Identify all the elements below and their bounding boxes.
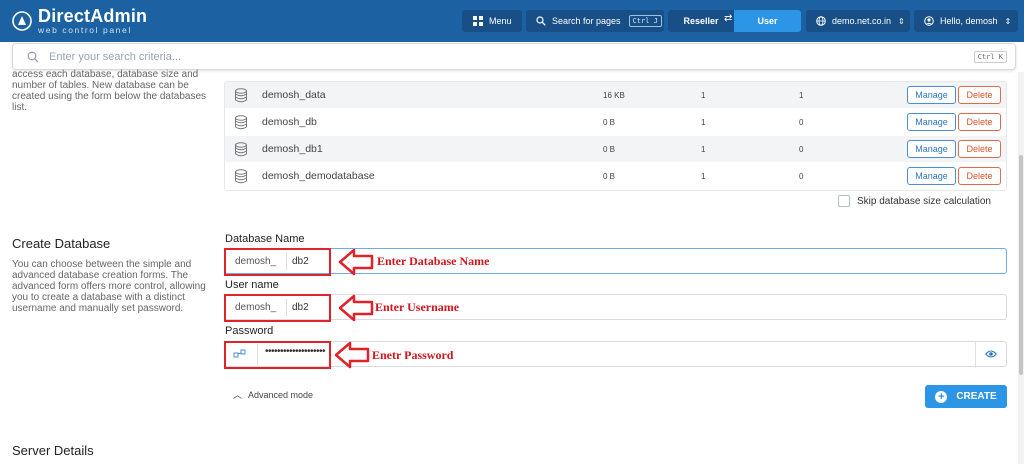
search-pages-shortcut: Ctrl J	[628, 15, 662, 27]
password-label: Password	[225, 325, 274, 337]
manage-button[interactable]: Manage	[907, 113, 956, 131]
user-icon	[924, 16, 934, 26]
database-size: 16 KB	[603, 90, 625, 100]
annotation-arrow-icon	[338, 248, 374, 276]
chevron-up-icon: ︿	[233, 390, 243, 400]
role-reseller-label: Reseller	[683, 16, 719, 26]
database-tables: 1	[799, 90, 804, 100]
domain-selector[interactable]: demo.net.co.in ⇕	[806, 10, 910, 32]
database-size: 0 B	[603, 171, 616, 181]
skip-size-label: Skip database size calculation	[857, 195, 991, 207]
server-details-title: Server Details	[12, 443, 94, 458]
swap-icon: ⇄	[724, 13, 733, 24]
brand-title: DirectAdmin	[38, 6, 148, 26]
database-name[interactable]: demosh_demodatabase	[262, 170, 375, 182]
database-name[interactable]: demosh_db	[262, 116, 317, 128]
annotation-password: Enetr Password	[372, 348, 454, 362]
search-icon	[27, 51, 39, 62]
username-label: User name	[225, 279, 279, 291]
annotation-highlight-box	[224, 294, 331, 322]
search-pages-label: Search for pages	[552, 16, 621, 26]
annotation-username: Enter Username	[375, 300, 460, 314]
annotation-highlight-box	[224, 248, 331, 276]
database-users: 1	[701, 171, 706, 181]
create-button[interactable]: + CREATE	[925, 385, 1007, 408]
greeting-label: Hello, demosh	[940, 16, 998, 26]
database-icon	[235, 142, 247, 157]
annotation-arrow-icon	[334, 341, 370, 369]
database-name[interactable]: demosh_db1	[262, 143, 323, 155]
field-divider	[975, 342, 976, 368]
skip-size-calculation[interactable]: Skip database size calculation	[838, 195, 991, 207]
menu-button[interactable]: Menu	[462, 10, 522, 32]
table-row: demosh_data 16 KB 1 1 Manage Delete	[225, 82, 1006, 109]
brand-subtitle: web control panel	[38, 25, 132, 35]
skip-size-checkbox[interactable]	[838, 195, 850, 207]
annotation-arrow-icon	[338, 294, 374, 322]
create-database-title: Create Database	[12, 236, 111, 251]
directadmin-logo-icon	[12, 11, 32, 31]
database-tables: 0	[799, 144, 804, 154]
databases-description: access each database, database size and …	[12, 69, 207, 113]
table-row: demosh_demodatabase 0 B 1 0 Manage Delet…	[225, 163, 1006, 190]
database-size: 0 B	[603, 117, 616, 127]
domain-chevron-icon: ⇕	[898, 16, 905, 26]
databases-table: demosh_data 16 KB 1 1 Manage Delete demo…	[224, 81, 1007, 191]
annotation-database-name: Enter Database Name	[377, 254, 490, 268]
manage-button[interactable]: Manage	[907, 167, 956, 185]
database-users: 1	[701, 144, 706, 154]
delete-button[interactable]: Delete	[958, 86, 1001, 104]
database-tables: 0	[799, 171, 804, 181]
plus-circle-icon: +	[935, 390, 948, 403]
domain-label: demo.net.co.in	[832, 16, 892, 26]
brand-logo[interactable]: DirectAdmin web control panel	[12, 7, 147, 35]
search-pages-button[interactable]: Search for pages Ctrl J	[526, 10, 664, 32]
database-users: 1	[701, 90, 706, 100]
role-user-option[interactable]: User	[734, 10, 801, 32]
database-users: 1	[701, 117, 706, 127]
database-name[interactable]: demosh_data	[262, 89, 326, 101]
user-chevron-icon: ⇕	[1004, 16, 1012, 26]
annotation-highlight-box	[224, 341, 331, 369]
delete-button[interactable]: Delete	[958, 140, 1001, 158]
manage-button[interactable]: Manage	[907, 140, 956, 158]
role-switcher[interactable]: Reseller User	[668, 10, 801, 32]
database-size: 0 B	[603, 144, 616, 154]
search-icon	[536, 16, 546, 26]
grid-icon	[473, 16, 483, 26]
table-row: demosh_db1 0 B 1 0 Manage Delete	[225, 136, 1006, 163]
advanced-mode-toggle[interactable]: ︿ Advanced mode	[233, 388, 313, 401]
create-label: CREATE	[956, 391, 997, 402]
database-tables: 0	[799, 117, 804, 127]
role-user-label: User	[757, 16, 778, 26]
advanced-mode-label: Advanced mode	[248, 389, 314, 400]
database-name-label: Database Name	[225, 233, 305, 245]
search-input[interactable]: Enter your search criteria...	[49, 51, 181, 63]
global-search-bar[interactable]: Enter your search criteria... Ctrl K	[12, 43, 1016, 70]
create-database-description: You can choose between the simple and ad…	[12, 259, 206, 314]
manage-button[interactable]: Manage	[907, 86, 956, 104]
scrollbar-thumb[interactable]	[1019, 155, 1023, 375]
menu-label: Menu	[489, 16, 512, 26]
show-password-eye-icon[interactable]	[985, 349, 997, 359]
delete-button[interactable]: Delete	[958, 113, 1001, 131]
globe-icon	[816, 16, 826, 26]
delete-button[interactable]: Delete	[958, 167, 1001, 185]
database-icon	[235, 88, 247, 103]
search-shortcut: Ctrl K	[973, 51, 1007, 63]
database-icon	[235, 169, 247, 184]
user-menu[interactable]: Hello, demosh ⇕	[914, 10, 1018, 32]
database-icon	[235, 115, 247, 130]
top-navigation-bar: DirectAdmin web control panel Menu Searc…	[0, 0, 1024, 42]
table-row: demosh_db 0 B 1 0 Manage Delete	[225, 109, 1006, 136]
